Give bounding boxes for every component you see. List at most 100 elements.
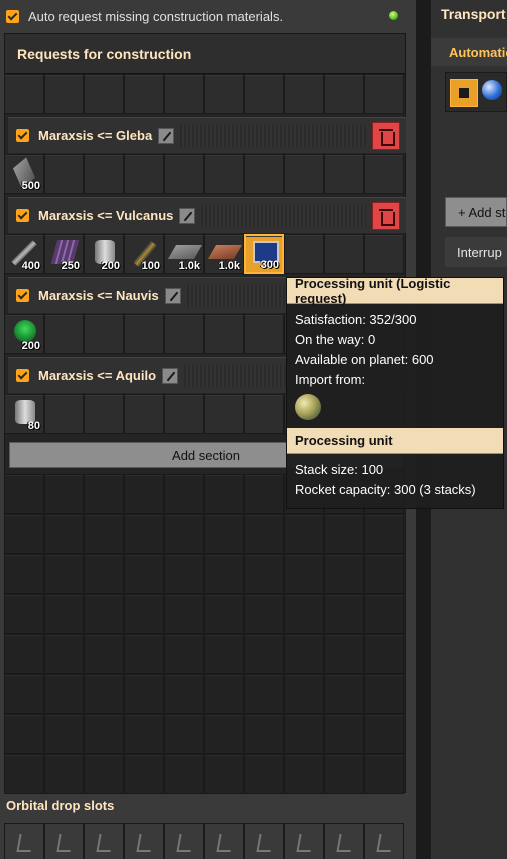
empty-slot[interactable] xyxy=(324,714,364,754)
empty-slot[interactable] xyxy=(44,154,84,194)
empty-slot[interactable] xyxy=(164,314,204,354)
empty-slot[interactable] xyxy=(4,554,44,594)
empty-slot[interactable] xyxy=(84,754,124,794)
empty-slot[interactable] xyxy=(324,74,364,114)
empty-slot[interactable] xyxy=(204,714,244,754)
empty-slot[interactable] xyxy=(244,554,284,594)
empty-slot[interactable] xyxy=(204,314,244,354)
section-multiplier-field[interactable] xyxy=(201,204,366,227)
empty-slot[interactable] xyxy=(84,674,124,714)
empty-slot[interactable] xyxy=(84,554,124,594)
empty-slot[interactable] xyxy=(364,514,404,554)
stop-button[interactable] xyxy=(450,79,478,107)
empty-slot[interactable] xyxy=(204,674,244,714)
empty-slot[interactable] xyxy=(244,594,284,634)
orbital-slot[interactable] xyxy=(84,823,124,859)
empty-slot[interactable] xyxy=(124,554,164,594)
empty-slot[interactable] xyxy=(4,474,44,514)
empty-slot[interactable] xyxy=(284,554,324,594)
empty-slot[interactable] xyxy=(204,394,244,434)
empty-slot[interactable] xyxy=(364,634,404,674)
empty-slot[interactable] xyxy=(84,154,124,194)
empty-slot[interactable] xyxy=(204,514,244,554)
empty-slot[interactable] xyxy=(244,634,284,674)
empty-slot[interactable] xyxy=(164,74,204,114)
empty-slot[interactable] xyxy=(364,554,404,594)
empty-slot[interactable] xyxy=(284,154,324,194)
orbital-slot[interactable] xyxy=(324,823,364,859)
orbital-slot[interactable] xyxy=(284,823,324,859)
empty-slot[interactable] xyxy=(124,754,164,794)
empty-slot[interactable] xyxy=(284,234,324,274)
section-checkbox[interactable] xyxy=(16,369,29,382)
empty-slot[interactable] xyxy=(4,74,44,114)
empty-slot[interactable] xyxy=(124,74,164,114)
orbital-slot[interactable] xyxy=(124,823,164,859)
empty-slot[interactable] xyxy=(244,474,284,514)
empty-slot[interactable] xyxy=(4,634,44,674)
empty-slot[interactable] xyxy=(204,554,244,594)
empty-slot[interactable] xyxy=(164,554,204,594)
tab-automation[interactable]: Automatio xyxy=(431,38,507,66)
empty-slot[interactable] xyxy=(284,754,324,794)
empty-slot[interactable] xyxy=(164,674,204,714)
request-slot[interactable]: 250 xyxy=(44,234,84,274)
empty-slot[interactable] xyxy=(44,754,84,794)
section-multiplier-field[interactable] xyxy=(180,124,366,147)
empty-slot[interactable] xyxy=(284,714,324,754)
empty-slot[interactable] xyxy=(244,674,284,714)
empty-slot[interactable] xyxy=(84,514,124,554)
request-slot[interactable]: 400 xyxy=(4,234,44,274)
request-slot[interactable]: 100 xyxy=(124,234,164,274)
section-checkbox[interactable] xyxy=(16,209,29,222)
empty-slot[interactable] xyxy=(204,474,244,514)
empty-slot[interactable] xyxy=(84,474,124,514)
empty-slot[interactable] xyxy=(84,594,124,634)
empty-slot[interactable] xyxy=(324,594,364,634)
empty-slot[interactable] xyxy=(124,154,164,194)
empty-slot[interactable] xyxy=(364,674,404,714)
empty-slot[interactable] xyxy=(124,714,164,754)
empty-slot[interactable] xyxy=(44,74,84,114)
empty-slot[interactable] xyxy=(44,714,84,754)
empty-slot[interactable] xyxy=(204,154,244,194)
empty-slot[interactable] xyxy=(4,514,44,554)
edit-icon[interactable] xyxy=(158,127,175,144)
empty-slot[interactable] xyxy=(244,314,284,354)
empty-slot[interactable] xyxy=(124,314,164,354)
empty-slot[interactable] xyxy=(364,74,404,114)
empty-slot[interactable] xyxy=(324,514,364,554)
empty-slot[interactable] xyxy=(244,754,284,794)
auto-request-checkbox[interactable] xyxy=(6,9,19,23)
empty-slot[interactable] xyxy=(84,74,124,114)
empty-slot[interactable] xyxy=(324,554,364,594)
orbital-slot[interactable] xyxy=(4,823,44,859)
empty-slot[interactable] xyxy=(44,554,84,594)
empty-slot[interactable] xyxy=(244,154,284,194)
request-slot[interactable]: 200 xyxy=(84,234,124,274)
add-station-button[interactable]: + Add st xyxy=(445,197,507,227)
request-slot[interactable]: 500 xyxy=(4,154,44,194)
empty-slot[interactable] xyxy=(44,594,84,634)
edit-icon[interactable] xyxy=(179,207,196,224)
empty-slot[interactable] xyxy=(364,594,404,634)
empty-slot[interactable] xyxy=(204,74,244,114)
empty-slot[interactable] xyxy=(124,474,164,514)
empty-slot[interactable] xyxy=(204,634,244,674)
empty-slot[interactable] xyxy=(284,674,324,714)
empty-slot[interactable] xyxy=(204,594,244,634)
request-slot[interactable]: 200 xyxy=(4,314,44,354)
edit-icon[interactable] xyxy=(164,287,181,304)
empty-slot[interactable] xyxy=(164,594,204,634)
empty-slot[interactable] xyxy=(164,474,204,514)
empty-slot[interactable] xyxy=(204,754,244,794)
edit-icon[interactable] xyxy=(162,367,179,384)
empty-slot[interactable] xyxy=(284,594,324,634)
empty-slot[interactable] xyxy=(44,674,84,714)
empty-slot[interactable] xyxy=(164,514,204,554)
request-slot[interactable]: 1.0k xyxy=(204,234,244,274)
delete-section-button[interactable] xyxy=(372,201,400,230)
empty-slot[interactable] xyxy=(244,714,284,754)
empty-slot[interactable] xyxy=(364,714,404,754)
empty-slot[interactable] xyxy=(324,674,364,714)
